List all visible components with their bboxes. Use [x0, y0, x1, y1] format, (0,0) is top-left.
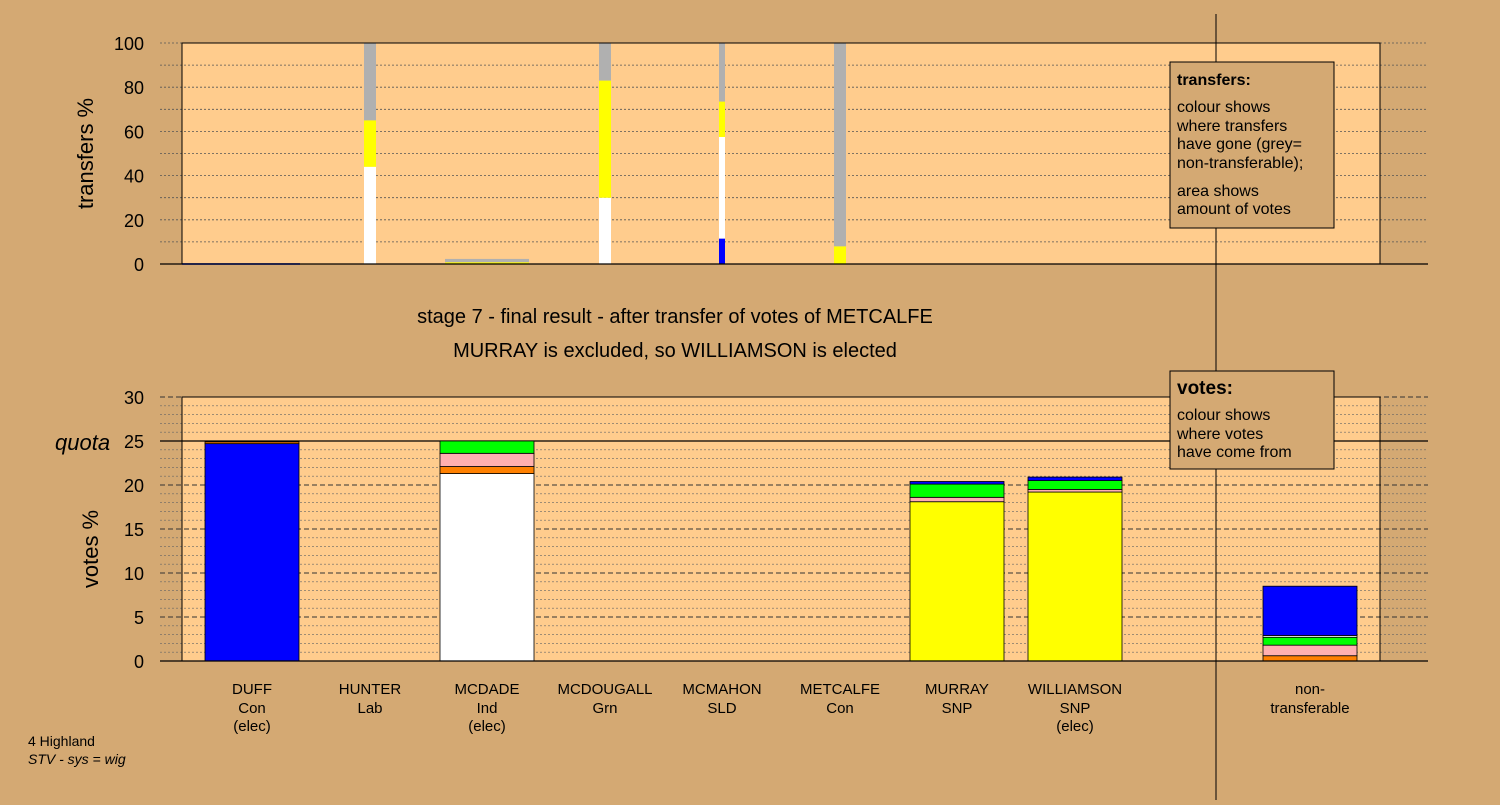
stage-subtitle: MURRAY is excluded, so WILLIAMSON is ele… [453, 340, 897, 362]
transfer-bar-segment [599, 197, 611, 264]
candidate-name-label: HUNTER [339, 681, 402, 698]
transfers-y-tick-label: 20 [124, 211, 144, 231]
transfers-legend-line: area shows [1177, 183, 1259, 200]
vote-bar-segment [909, 496, 1005, 503]
transfers-legend: transfers: colour shows where transfers … [1169, 61, 1335, 229]
votes-y-tick-label: 30 [124, 388, 144, 408]
vote-bar-segment [909, 501, 1005, 662]
vote-bar-segment [909, 483, 1005, 498]
candidate-party-label: Grn [592, 700, 617, 717]
transfers-y-tick-label: 100 [114, 34, 144, 54]
candidate-status-label: (elec) [1056, 718, 1094, 735]
votes-y-tick-label: 5 [134, 608, 144, 628]
transfers-y-axis-label: transfers % [73, 98, 98, 209]
votes-legend-line: have come from [1177, 444, 1292, 461]
votes-y-tick-label: 10 [124, 564, 144, 584]
vote-bar-segment [1262, 636, 1358, 646]
transfer-bar-segment [834, 246, 846, 264]
chart-svg: 0 20 40 60 80 100 transfers % quota 0 5 10 15 20 25 3… [28, 14, 1428, 800]
stv-results-chart: 0 20 40 60 80 100 transfers % quota 0 5 10 15 20 25 3… [0, 0, 1500, 800]
candidate-party-label: Lab [357, 700, 382, 717]
transfers-legend-line: have gone (grey= [1177, 136, 1302, 153]
candidate-party-label: Con [826, 700, 854, 717]
vote-bar-segment [909, 481, 1005, 485]
votes-legend-title: votes: [1177, 378, 1233, 399]
votes-legend-line: where votes [1176, 426, 1263, 443]
transfer-bar-segment [364, 166, 376, 264]
footer-system: STV - sys = wig [28, 751, 126, 767]
vote-bar-segment [1262, 644, 1358, 657]
candidate-name-label: non- [1295, 681, 1325, 698]
votes-y-axis-label: votes % [78, 510, 103, 588]
candidate-party-label: SLD [707, 700, 736, 717]
candidate-name-label: MCDOUGALL [557, 681, 652, 698]
votes-y-tick-label: 0 [134, 652, 144, 672]
vote-bar-segment [439, 466, 535, 474]
transfers-y-tick-label: 80 [124, 78, 144, 98]
transfers-y-tick-label: 40 [124, 167, 144, 187]
candidate-name-label: WILLIAMSON [1028, 681, 1122, 698]
vote-bar-segment [204, 443, 300, 662]
votes-legend: votes: colour shows where votes have com… [1169, 370, 1335, 470]
stage-title: stage 7 - final result - after transfer … [417, 306, 933, 328]
vote-bar-segment [439, 440, 535, 454]
transfers-y-tick-label: 0 [134, 255, 144, 275]
transfer-bar-segment [364, 120, 376, 167]
votes-y-tick-label: 15 [124, 520, 144, 540]
vote-bar-segment [1262, 655, 1358, 662]
transfer-bar-segment [719, 101, 725, 137]
candidate-name-label: METCALFE [800, 681, 880, 698]
transfer-bar-segment [719, 238, 725, 264]
candidate-status-label: (elec) [468, 718, 506, 735]
candidate-name-label: MURRAY [925, 681, 989, 698]
transfers-legend-title: transfers: [1177, 72, 1251, 89]
vote-bar-segment [439, 473, 535, 662]
transfers-legend-line: amount of votes [1177, 201, 1291, 218]
transfer-bar-segment [599, 43, 611, 81]
vote-bar-segment [1262, 585, 1358, 636]
vote-bar-segment [1027, 476, 1123, 481]
transfer-bar-segment [364, 43, 376, 121]
vote-bar-segment [1027, 480, 1123, 490]
candidate-name-label: MCDADE [454, 681, 519, 698]
votes-legend-line: colour shows [1177, 407, 1270, 424]
transfers-y-tick-label: 60 [124, 122, 144, 142]
quota-label: quota [55, 430, 110, 455]
transfer-bar-segment [599, 80, 611, 198]
transfer-bar-segment [834, 43, 846, 247]
candidate-party-label: SNP [942, 700, 973, 717]
votes-y-tick-label: 25 [124, 432, 144, 452]
footer-region: 4 Highland [28, 733, 95, 749]
candidate-status-label: (elec) [233, 718, 271, 735]
candidate-name-label: DUFF [232, 681, 272, 698]
vote-bar-segment [1027, 491, 1123, 662]
transfers-legend-line: colour shows [1177, 99, 1270, 116]
candidate-name-label: MCMAHON [682, 681, 761, 698]
candidate-party-label: SNP [1060, 700, 1091, 717]
transfer-bar-segment [719, 43, 725, 102]
candidate-party-label: transferable [1270, 700, 1349, 717]
candidate-party-label: Con [238, 700, 266, 717]
candidate-party-label: Ind [477, 700, 498, 717]
transfer-bar-segment [719, 136, 725, 239]
vote-bar-segment [204, 441, 300, 445]
transfers-legend-line: non-transferable); [1177, 155, 1303, 172]
votes-y-tick-label: 20 [124, 476, 144, 496]
transfer-bar-segment [445, 258, 529, 263]
vote-bar-segment [439, 452, 535, 467]
transfers-legend-line: where transfers [1176, 118, 1287, 135]
